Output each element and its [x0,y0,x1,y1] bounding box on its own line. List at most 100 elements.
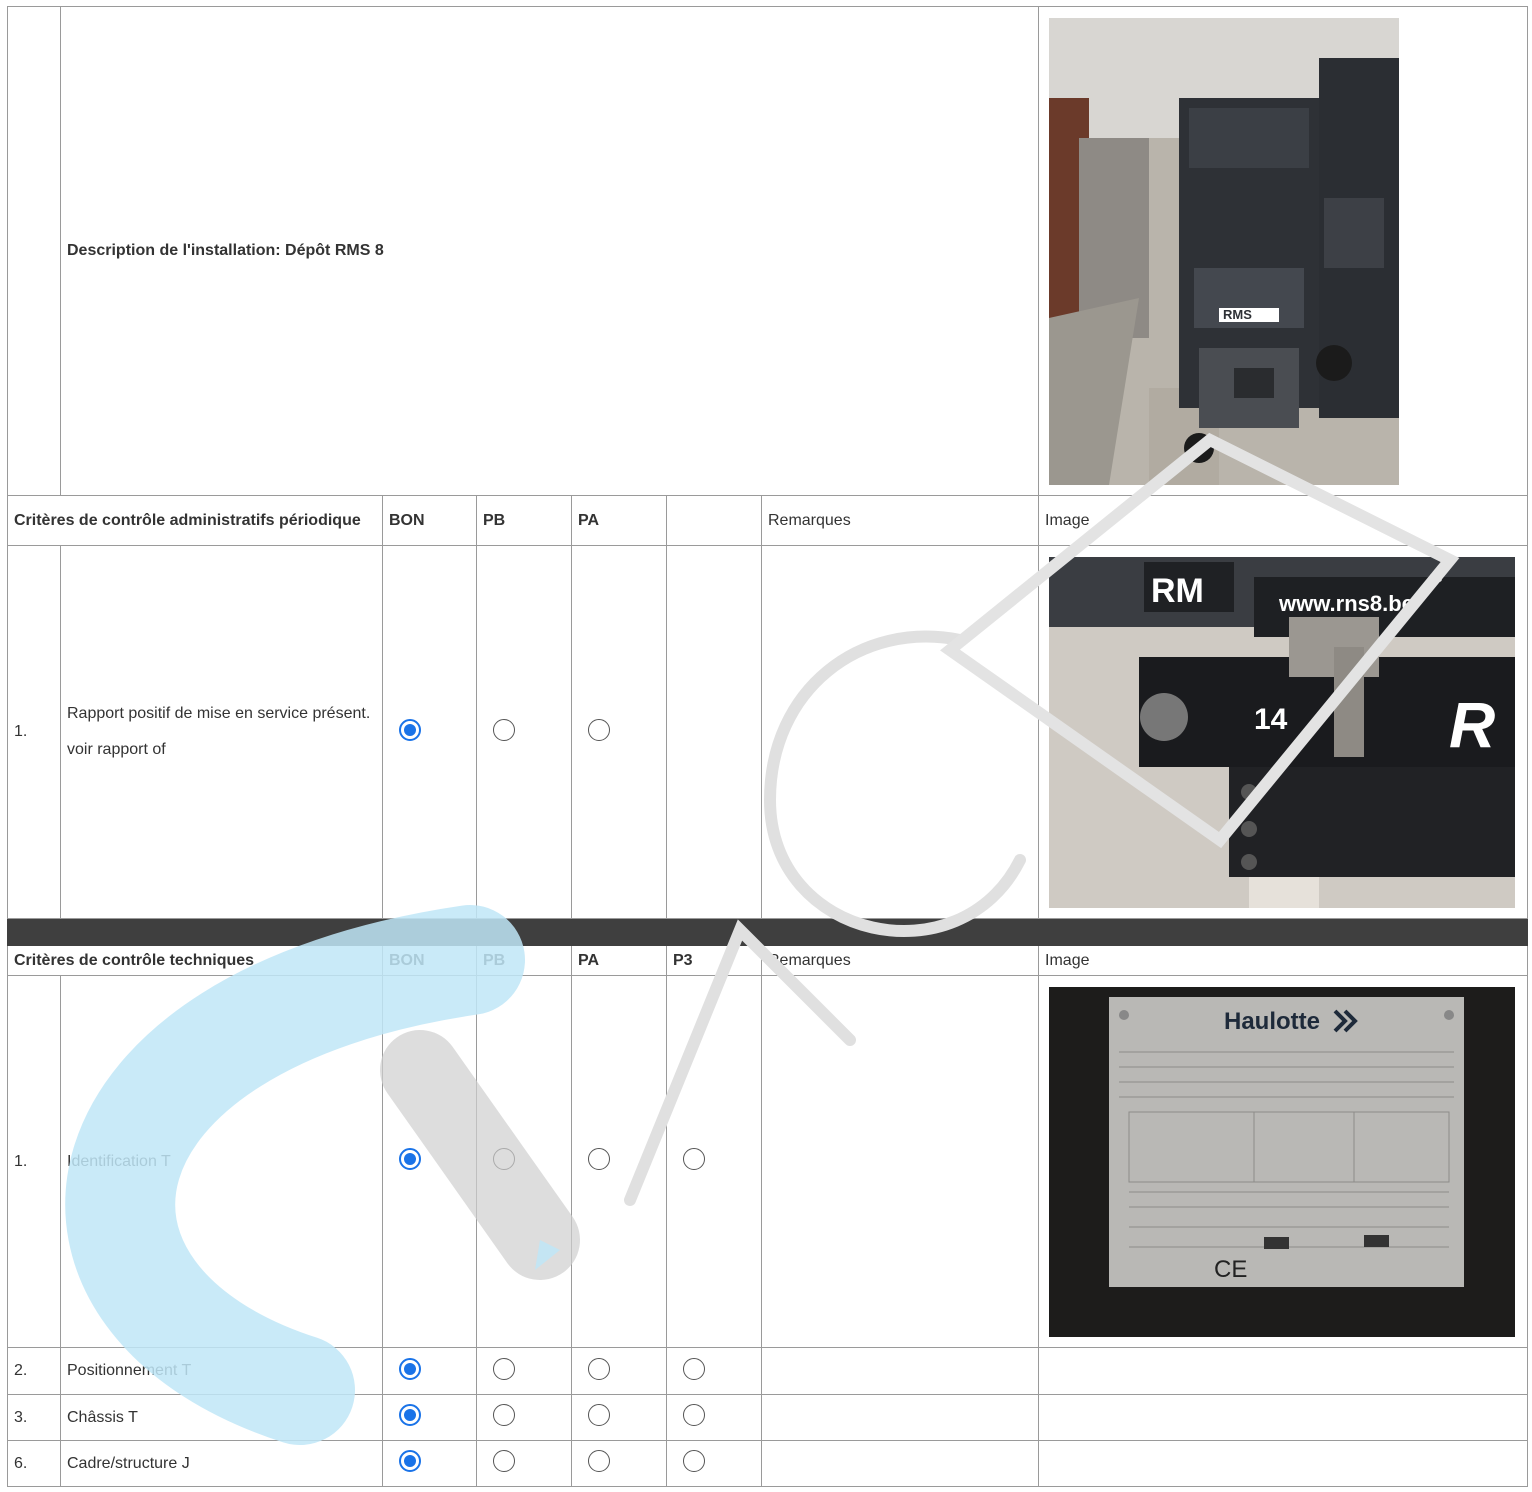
tech-row-text: Cadre/structure J [60,1440,383,1487]
tech-radio-bon[interactable] [399,1148,421,1170]
tech-row-photo-cell: Haulotte CE [1038,975,1529,1348]
tech-radio-pb[interactable] [493,1450,515,1472]
admin-row-photo-cell: RM www.rns8.be 15 14 R [1038,545,1529,919]
separator-row-2 [6,927,1529,937]
installation-description: Description de l'installation: Dépôt RMS… [59,6,1040,496]
admin-header-pa: PA [571,495,667,546]
admin-row-pb-cell [476,545,572,919]
admin-header-title: Critères de contrôle administratifs péri… [7,495,383,546]
tech-header-bon: BON [382,945,477,976]
tech-row-1: 1. Identification T Haulotte CE [7,975,1529,1348]
separator-bar [6,936,1529,946]
admin-header-row: Critères de contrôle administratifs péri… [7,495,1529,546]
tech-radio-pa[interactable] [588,1450,610,1472]
tech-radio-pa[interactable] [588,1357,610,1380]
photo-identification-plate: Haulotte CE [1049,986,1516,1337]
photo2-number: 14 [1254,703,1288,736]
tech-row-pb-cell [476,975,572,1348]
tech-header-image: Image [1038,945,1529,976]
separator-row-1 [6,918,1529,928]
svg-text:R: R [1449,689,1495,761]
admin-radio-bon[interactable] [399,718,421,741]
tech-row-remarks-cell [760,1347,1040,1395]
tech-row-bon-cell [382,975,477,1348]
admin-header-bon: BON [382,495,477,546]
admin-radio-pa[interactable] [588,718,610,741]
photo1-rms-sign: RMS [1223,307,1252,322]
tech-radio-bon[interactable] [399,1404,421,1426]
admin-row-pa-cell [571,545,667,919]
tech-header-pa: PA [571,945,667,976]
installation-num-cell [7,6,61,496]
separator-bar [6,918,1529,928]
tech-row-bon-cell [382,1440,477,1487]
photo2-website-sign: www.rns8.be [1278,591,1414,616]
tech-row-pa-cell [571,1347,667,1395]
tech-row-pb-cell [476,1347,572,1395]
tech-radio-pb[interactable] [493,1148,515,1170]
tech-header-p3: P3 [666,945,762,976]
installation-photo-cell: RMS [1038,6,1529,496]
tech-row-num: 2. [7,1347,61,1395]
inspection-table: Description de l'installation: Dépôt RMS… [6,6,1529,1487]
tech-radio-p3[interactable] [683,1450,705,1472]
tech-header-pb: PB [476,945,572,976]
admin-row-bon-cell [382,545,477,919]
tech-row-remarks-cell [760,1394,1040,1441]
tech-header-title: Critères de contrôle techniques [7,945,383,976]
tech-row-remarks-cell [760,1440,1040,1487]
tech-row-pb-cell [476,1440,572,1487]
tech-row-image-cell [1038,1394,1529,1441]
tech-radio-pb[interactable] [493,1357,515,1380]
admin-header-pb: PB [476,495,572,546]
svg-text:CE: CE [1214,1256,1247,1283]
admin-row-num: 1. [7,545,61,919]
tech-row-bon-cell [382,1394,477,1441]
admin-header-remarks: Remarques [760,495,1040,546]
tech-row-pb-cell [476,1394,572,1441]
separator-row-3 [6,936,1529,946]
tech-radio-pa[interactable] [588,1404,610,1426]
tech-row-text: Identification T [60,975,383,1348]
photo-lift-chassis: RM www.rns8.be 15 14 R [1049,556,1516,908]
tech-radio-p3[interactable] [683,1404,705,1426]
admin-header-image: Image [1038,495,1529,546]
tech-row-remarks-cell [760,975,1040,1348]
tech-radio-bon[interactable] [399,1450,421,1472]
tech-radio-p3[interactable] [683,1148,705,1170]
tech-row-text: Positionnement T [60,1347,383,1395]
tech-header-row: Critères de contrôle techniques BON PB P… [7,945,1529,976]
admin-row-note: voir rapport of [67,741,166,758]
tech-row-num: 1. [7,975,61,1348]
tech-row-p3-cell [666,1440,762,1487]
tech-row-2: 2. Positionnement T [7,1347,1529,1395]
tech-row-pa-cell [571,1440,667,1487]
admin-row-remarks-cell [760,545,1040,919]
tech-header-remarks: Remarques [760,945,1040,976]
tech-row-bon-cell [382,1347,477,1395]
installation-row: Description de l'installation: Dépôt RMS… [7,6,1529,496]
tech-radio-pb[interactable] [493,1404,515,1426]
tech-row-text: Châssis T [60,1394,383,1441]
admin-row-description: Rapport positif de mise en service prése… [60,545,383,919]
tech-row-image-cell [1038,1347,1529,1395]
photo-scissor-lift-depot: RMS [1049,17,1400,485]
admin-row-extra-cell [666,545,762,919]
tech-radio-pa[interactable] [588,1148,610,1170]
tech-row-p3-cell [666,1347,762,1395]
tech-row-3: 3. Châssis T [7,1394,1529,1441]
tech-row-num: 3. [7,1394,61,1441]
admin-row-1: 1. Rapport positif de mise en service pr… [7,545,1529,919]
admin-header-extra [666,495,762,546]
tech-row-p3-cell [666,1394,762,1441]
photo2-rms-sign: RM [1151,572,1204,610]
separator-bar [6,927,1529,937]
tech-row-num: 6. [7,1440,61,1487]
admin-radio-pb[interactable] [493,718,515,741]
tech-row-4: 6. Cadre/structure J [7,1440,1529,1487]
tech-row-pa-cell [571,1394,667,1441]
tech-row-p3-cell [666,975,762,1348]
photo3-brand: Haulotte [1224,1008,1320,1035]
tech-radio-p3[interactable] [683,1357,705,1380]
tech-radio-bon[interactable] [399,1357,421,1380]
